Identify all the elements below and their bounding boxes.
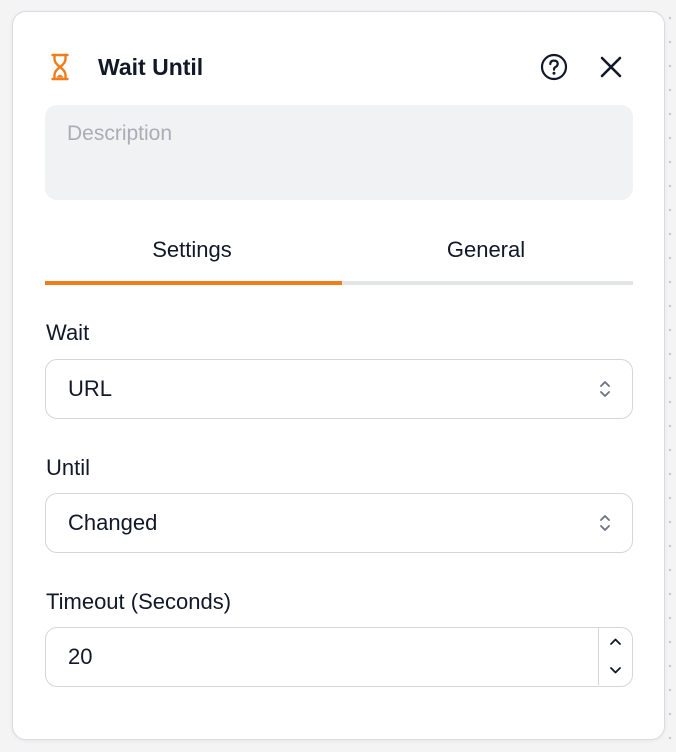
tab-settings[interactable]: Settings: [45, 230, 339, 282]
until-select[interactable]: Changed: [45, 493, 633, 553]
hourglass-icon: [51, 53, 69, 81]
close-icon: [600, 56, 622, 78]
help-button[interactable]: [540, 53, 568, 81]
tab-general[interactable]: General: [339, 230, 633, 282]
chevron-up-down-icon: [600, 381, 610, 397]
panel-title: Wait Until: [98, 54, 204, 80]
increment-button[interactable]: [599, 628, 632, 656]
question-circle-icon: [540, 53, 568, 81]
wait-select[interactable]: URL: [45, 359, 633, 419]
timeout-stepper: [598, 628, 632, 685]
wait-label: Wait: [46, 320, 90, 345]
wait-until-panel: Wait Until Settings General Wait URL Unt…: [12, 11, 665, 740]
active-tab-indicator: [45, 281, 342, 285]
description-field[interactable]: [45, 105, 633, 200]
chevron-up-icon: [610, 638, 621, 645]
until-label: Until: [46, 455, 91, 480]
tab-bar: Settings General: [45, 230, 633, 286]
timeout-label: Timeout (Seconds): [46, 589, 232, 614]
chevron-up-down-icon: [600, 515, 610, 531]
chevron-down-icon: [610, 667, 621, 674]
until-select-value: Changed: [68, 510, 158, 535]
decrement-button[interactable]: [599, 657, 632, 685]
timeout-input[interactable]: 20: [45, 627, 633, 687]
close-button[interactable]: [598, 54, 624, 80]
wait-select-value: URL: [68, 376, 113, 401]
timeout-value: 20: [68, 644, 93, 669]
